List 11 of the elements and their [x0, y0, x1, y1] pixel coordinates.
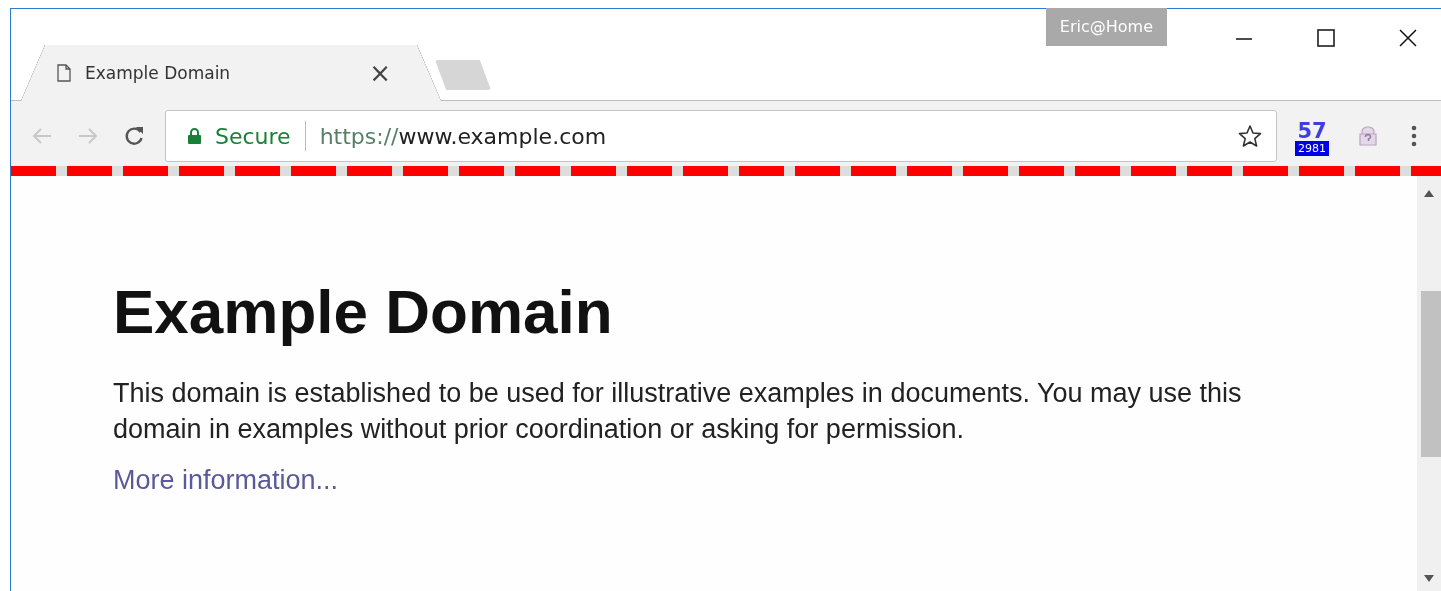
- page-heading: Example Domain: [113, 276, 614, 347]
- more-information-link[interactable]: More information...: [113, 465, 339, 495]
- extension-count[interactable]: 57: [1297, 120, 1327, 141]
- tab-title: Example Domain: [85, 63, 232, 83]
- extension-badge: 2981: [1295, 140, 1329, 156]
- secure-label: Secure: [215, 123, 291, 149]
- browser-tab[interactable]: Example Domain ×: [21, 45, 441, 101]
- page-paragraph: This domain is established to be used for illustrative examples in documents. You may use this domain in examples without prior coordination or asking for permission.: [113, 377, 1243, 446]
- url-text: https://www.example.com: [319, 123, 607, 149]
- address-bar[interactable]: Secure https://www.example.com: [165, 110, 1277, 162]
- close-tab-button[interactable]: ×: [369, 60, 391, 86]
